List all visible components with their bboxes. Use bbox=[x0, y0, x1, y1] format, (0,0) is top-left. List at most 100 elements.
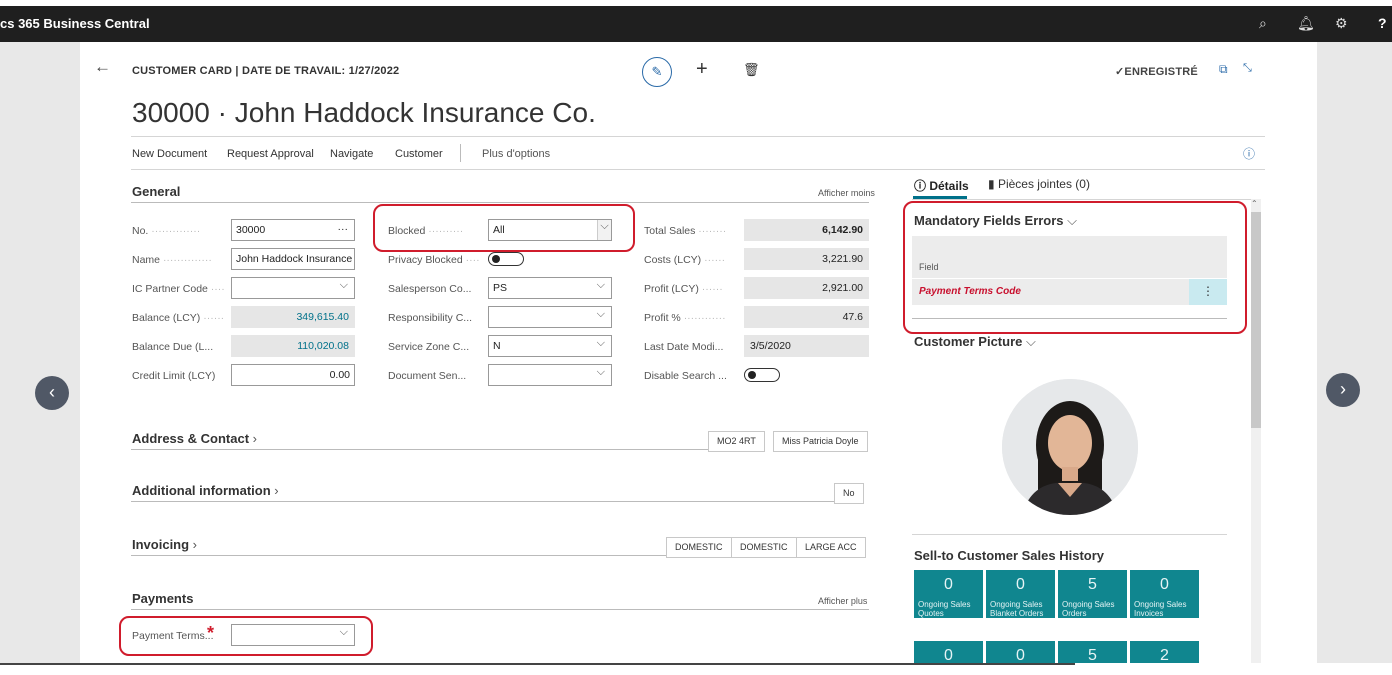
bell-icon[interactable]: 🔔︎ bbox=[1297, 15, 1315, 32]
no-field[interactable]: 30000 ··· bbox=[231, 219, 355, 241]
factbox-scrollbar-thumb[interactable] bbox=[1251, 212, 1261, 428]
section-additional-info[interactable]: Additional information › bbox=[132, 483, 279, 498]
open-new-window-icon[interactable]: ⧉ bbox=[1219, 62, 1228, 77]
search-icon[interactable]: ⌕ bbox=[1259, 15, 1267, 32]
chevron-down-icon: ⌵ bbox=[339, 279, 348, 291]
divider bbox=[131, 501, 834, 502]
info-icon[interactable]: ⓘ bbox=[1243, 145, 1255, 162]
saved-status: ✓ENREGISTRÉ bbox=[1115, 66, 1198, 78]
profit-lcy-value[interactable]: 2,921.00 bbox=[744, 277, 869, 299]
balance-lcy-value[interactable]: 349,615.40 bbox=[231, 306, 355, 328]
field-label-disable-search: Disable Search ... bbox=[644, 370, 727, 382]
app-top-bar: cs 365 Business Central ⌕ 🔔︎ ⚙ ? bbox=[0, 6, 1392, 42]
invoicing-chip[interactable]: LARGE ACC bbox=[796, 537, 866, 558]
field-label-document-sending: Document Sen... bbox=[388, 370, 467, 382]
page-caption: CUSTOMER CARD | DATE DE TRAVAIL: 1/27/20… bbox=[132, 65, 400, 77]
disable-search-toggle[interactable] bbox=[744, 368, 780, 382]
back-arrow-icon[interactable]: ← bbox=[94, 57, 111, 77]
field-label-profit-pct: Profit % ············ bbox=[644, 312, 726, 324]
tab-attachments[interactable]: ▮ Pièces jointes (0) bbox=[988, 177, 1090, 191]
privacy-blocked-toggle[interactable] bbox=[488, 252, 524, 266]
last-date-modified-value: 3/5/2020 bbox=[744, 335, 869, 357]
mandatory-errors-header bbox=[912, 236, 1227, 278]
document-sending-select[interactable]: ⌵ bbox=[488, 364, 612, 386]
divider bbox=[912, 534, 1227, 535]
field-label-ic-partner: IC Partner Code ···· bbox=[132, 283, 225, 295]
divider bbox=[131, 555, 666, 556]
section-invoicing[interactable]: Invoicing › bbox=[132, 537, 197, 552]
divider bbox=[131, 449, 708, 450]
action-customer[interactable]: Customer bbox=[395, 148, 443, 160]
field-label-last-date: Last Date Modi... bbox=[644, 341, 724, 353]
scroll-up-icon[interactable]: ⌃ bbox=[1251, 199, 1258, 208]
chevron-down-icon: ⌵ bbox=[596, 308, 605, 320]
invoicing-chip[interactable]: DOMESTIC bbox=[666, 537, 732, 558]
section-general-title[interactable]: General bbox=[132, 184, 180, 199]
additional-info-chip[interactable]: No bbox=[834, 483, 864, 504]
general-show-less[interactable]: Afficher moins bbox=[818, 188, 875, 198]
highlight-blocked bbox=[373, 204, 635, 252]
customer-avatar bbox=[1002, 379, 1138, 515]
chevron-right-icon[interactable]: › bbox=[1326, 373, 1360, 407]
chevron-down-icon: ⌵ bbox=[596, 337, 605, 349]
field-label-costs: Costs (LCY) ······ bbox=[644, 254, 726, 266]
row-menu-icon[interactable]: ⋮ bbox=[1189, 279, 1227, 305]
action-new-document[interactable]: New Document bbox=[132, 148, 207, 160]
chevron-down-icon: ⌵ bbox=[596, 279, 605, 291]
action-more-options[interactable]: Plus d'options bbox=[482, 148, 550, 160]
section-payments-title[interactable]: Payments bbox=[132, 591, 193, 606]
field-label-profit: Profit (LCY) ······ bbox=[644, 283, 723, 295]
field-label-name: Name ·············· bbox=[132, 254, 212, 266]
section-address-contact[interactable]: Address & Contact › bbox=[132, 431, 257, 446]
address-postcode-chip[interactable]: MO2 4RT bbox=[708, 431, 765, 452]
delete-icon[interactable]: 🗑︎ bbox=[743, 62, 760, 78]
divider bbox=[912, 199, 1257, 200]
field-label-salesperson: Salesperson Co... bbox=[388, 283, 472, 295]
tile-ongoing-sales-orders[interactable]: 5 Ongoing Sales Orders bbox=[1058, 570, 1127, 618]
sales-history-title: Sell-to Customer Sales History bbox=[914, 548, 1104, 563]
tile-ongoing-sales-invoices[interactable]: 0 Ongoing Sales Invoices bbox=[1130, 570, 1199, 618]
attachment-icon: ▮ bbox=[988, 177, 998, 191]
customer-picture-title[interactable]: Customer Picture ⌵ bbox=[914, 334, 1036, 350]
help-icon[interactable]: ? bbox=[1378, 15, 1387, 31]
credit-limit-field[interactable]: 0.00 bbox=[231, 364, 355, 386]
service-zone-select[interactable]: N ⌵ bbox=[488, 335, 612, 357]
invoicing-chip[interactable]: DOMESTIC bbox=[731, 537, 797, 558]
chevron-down-icon: ⌵ bbox=[596, 366, 605, 378]
bottom-line bbox=[0, 663, 1075, 665]
divider bbox=[131, 136, 1265, 137]
app-title: cs 365 Business Central bbox=[0, 16, 150, 31]
mandatory-errors-title[interactable]: Mandatory Fields Errors ⌵ bbox=[914, 213, 1077, 229]
tile-ongoing-blanket-orders[interactable]: 0 Ongoing Sales Blanket Orders bbox=[986, 570, 1055, 618]
field-label-no: No. ·············· bbox=[132, 225, 201, 237]
balance-due-value[interactable]: 110,020.08 bbox=[231, 335, 355, 357]
tile-ongoing-sales-quotes[interactable]: 0 Ongoing Sales Quotes bbox=[914, 570, 983, 618]
edit-icon[interactable]: ✎ bbox=[642, 57, 672, 87]
ic-partner-code-field[interactable]: ⌵ bbox=[231, 277, 355, 299]
page-title: 30000 · John Haddock Insurance Co. bbox=[132, 97, 596, 128]
responsibility-center-select[interactable]: ⌵ bbox=[488, 306, 612, 328]
field-label-balance-due: Balance Due (L... bbox=[132, 341, 214, 353]
plus-icon[interactable]: + bbox=[696, 58, 708, 81]
mandatory-error-field[interactable]: Payment Terms Code bbox=[919, 286, 1021, 297]
profit-pct-value: 47.6 bbox=[744, 306, 869, 328]
name-field[interactable]: John Haddock Insurance bbox=[231, 248, 355, 270]
chevron-left-icon[interactable]: ‹ bbox=[35, 376, 69, 410]
collapse-icon[interactable]: ⤡ bbox=[1243, 62, 1252, 75]
divider bbox=[131, 202, 869, 203]
settings-icon[interactable]: ⚙ bbox=[1335, 15, 1348, 32]
action-request-approval[interactable]: Request Approval bbox=[227, 148, 314, 160]
payments-show-more[interactable]: Afficher plus bbox=[818, 596, 867, 606]
total-sales-value[interactable]: 6,142.90 bbox=[744, 219, 869, 241]
costs-lcy-value[interactable]: 3,221.90 bbox=[744, 248, 869, 270]
address-contact-chip[interactable]: Miss Patricia Doyle bbox=[773, 431, 868, 452]
tab-details[interactable]: ⓘ Détails bbox=[914, 177, 969, 194]
highlight-payment-terms bbox=[119, 616, 373, 656]
divider bbox=[912, 318, 1227, 319]
field-label-service-zone: Service Zone C... bbox=[388, 341, 470, 353]
field-label-responsibility: Responsibility C... bbox=[388, 312, 473, 324]
field-label-total-sales: Total Sales ········ bbox=[644, 225, 727, 237]
ellipsis-icon[interactable]: ··· bbox=[338, 223, 349, 235]
action-navigate[interactable]: Navigate bbox=[330, 148, 373, 160]
salesperson-code-select[interactable]: PS ⌵ bbox=[488, 277, 612, 299]
